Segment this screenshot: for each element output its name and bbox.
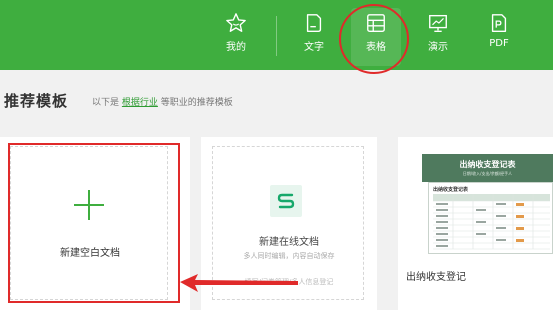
nav-presentation-label: 演示 xyxy=(428,42,448,53)
new-blank-document-label: 新建空白文档 xyxy=(60,248,120,259)
table-icon xyxy=(367,14,385,32)
template-preview-subtitle: 日期/收入/支出/余额/经手人 xyxy=(462,171,513,176)
document-icon xyxy=(306,14,322,32)
nav-divider xyxy=(276,16,277,56)
nav-writer-label: 文字 xyxy=(304,42,324,53)
template-preview-title: 出纳收支登记表 xyxy=(459,160,516,169)
template-preview-header: 出纳收支登记表 日期/收入/支出/余额/经手人 xyxy=(422,154,553,182)
online-document-subtitle: 多人同时编辑，内容自动保存 xyxy=(243,252,335,260)
nav-pdf-label: PDF xyxy=(489,38,509,49)
nav-mine-button[interactable]: 我的 xyxy=(211,12,261,62)
subtitle-text-after: 等职业的推荐模板 xyxy=(160,98,233,108)
template-caption: 出纳收支登记 xyxy=(406,272,466,283)
template-preview-sheet: 出纳收支登记表 xyxy=(428,182,553,254)
star-icon xyxy=(226,13,246,32)
subtitle-text-before: 以下是 xyxy=(92,98,120,108)
nav-pdf-button[interactable]: PDF xyxy=(474,12,524,62)
nav-mine-label: 我的 xyxy=(226,42,246,53)
pdf-icon xyxy=(491,14,507,32)
blank-card-dashed-border xyxy=(10,146,168,300)
page-subtitle: 以下是 根据行业 等职业的推荐模板 xyxy=(92,95,233,108)
new-online-document-label: 新建在线文档 xyxy=(259,237,319,248)
online-document-extra: 填写/问卷管理/多人信息登记 xyxy=(244,278,334,286)
nav-writer-button[interactable]: 文字 xyxy=(289,12,339,62)
nav-spreadsheet-button[interactable]: 表格 xyxy=(351,12,401,62)
template-sheet-grid xyxy=(433,194,550,250)
industry-link[interactable]: 根据行业 xyxy=(122,98,158,108)
nav-spreadsheet-label: 表格 xyxy=(366,42,386,53)
presentation-icon xyxy=(429,14,447,32)
nav-presentation-button[interactable]: 演示 xyxy=(413,12,463,62)
plus-icon-bar xyxy=(74,204,104,206)
page-title: 推荐模板 xyxy=(4,92,69,110)
online-document-icon xyxy=(270,185,302,217)
